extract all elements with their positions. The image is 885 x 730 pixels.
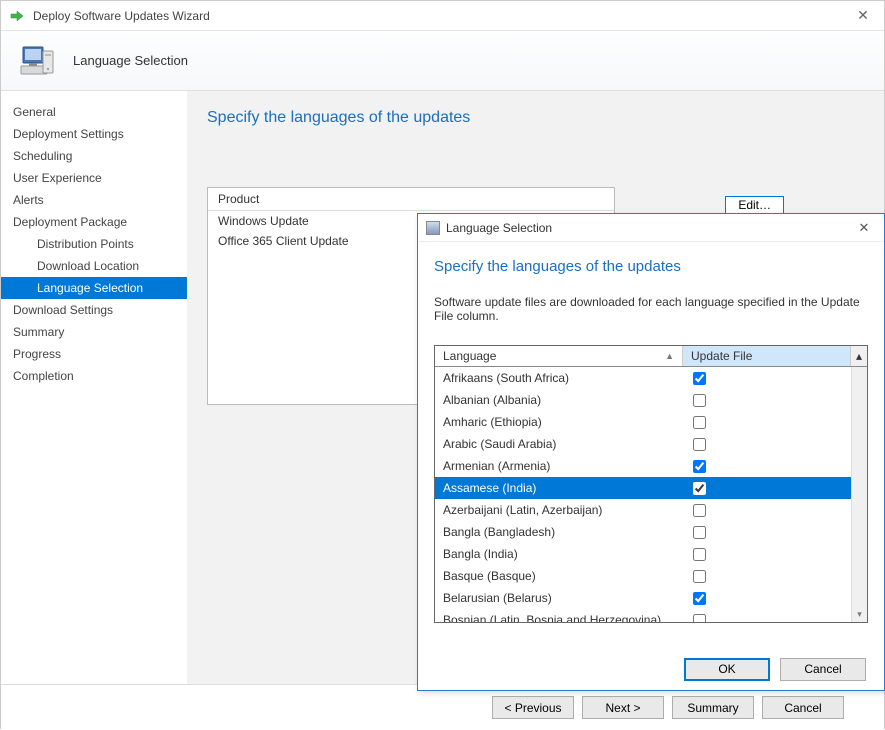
language-row[interactable]: Armenian (Armenia) (435, 455, 851, 477)
update-file-checkbox[interactable] (693, 592, 706, 605)
sidebar-item-user-experience[interactable]: User Experience (1, 167, 187, 189)
sidebar-item-deployment-settings[interactable]: Deployment Settings (1, 123, 187, 145)
update-file-cell (683, 391, 851, 410)
update-file-cell (683, 611, 851, 623)
update-file-checkbox[interactable] (693, 548, 706, 561)
language-row[interactable]: Azerbaijani (Latin, Azerbaijan) (435, 499, 851, 521)
sidebar-item-summary[interactable]: Summary (1, 321, 187, 343)
sidebar-item-deployment-package[interactable]: Deployment Package (1, 211, 187, 233)
update-file-checkbox[interactable] (693, 460, 706, 473)
cancel-button[interactable]: Cancel (762, 696, 844, 719)
sidebar-item-download-location[interactable]: Download Location (1, 255, 187, 277)
language-row[interactable]: Bosnian (Latin, Bosnia and Herzegovina) (435, 609, 851, 622)
dialog-footer: OK Cancel (418, 648, 884, 690)
close-icon: ✕ (857, 7, 869, 24)
language-row[interactable]: Arabic (Saudi Arabia) (435, 433, 851, 455)
sidebar-item-language-selection[interactable]: Language Selection (1, 277, 187, 299)
sidebar-item-alerts[interactable]: Alerts (1, 189, 187, 211)
language-name: Assamese (India) (435, 481, 683, 495)
computer-icon (17, 41, 57, 81)
next-button[interactable]: Next > (582, 696, 664, 719)
dialog-ok-button[interactable]: OK (684, 658, 770, 681)
language-name: Belarusian (Belarus) (435, 591, 683, 605)
update-file-checkbox[interactable] (693, 416, 706, 429)
language-row[interactable]: Bangla (Bangladesh) (435, 521, 851, 543)
update-file-checkbox[interactable] (693, 504, 706, 517)
product-column-header[interactable]: Product (208, 188, 614, 211)
dialog-app-icon (426, 221, 440, 235)
language-name: Azerbaijani (Latin, Azerbaijan) (435, 503, 683, 517)
page-heading: Specify the languages of the updates (207, 109, 864, 127)
update-file-cell (683, 589, 851, 608)
update-file-cell (683, 523, 851, 542)
dialog-close-button[interactable]: ✕ (852, 216, 876, 240)
dialog-titlebar: Language Selection ✕ (418, 214, 884, 242)
wizard-step-title: Language Selection (73, 53, 188, 68)
language-name: Basque (Basque) (435, 569, 683, 583)
update-file-checkbox[interactable] (693, 372, 706, 385)
wizard-header: Language Selection (1, 31, 884, 91)
language-name: Amharic (Ethiopia) (435, 415, 683, 429)
language-name: Arabic (Saudi Arabia) (435, 437, 683, 451)
chevron-up-icon: ▴ (856, 349, 862, 363)
language-row[interactable]: Afrikaans (South Africa) (435, 367, 851, 389)
col-header-language[interactable]: Language ▲ (435, 346, 683, 366)
update-file-cell (683, 501, 851, 520)
update-file-checkbox[interactable] (693, 482, 706, 495)
update-file-checkbox[interactable] (693, 438, 706, 451)
previous-button[interactable]: < Previous (492, 696, 574, 719)
update-file-checkbox[interactable] (693, 394, 706, 407)
update-file-cell (683, 369, 851, 388)
window-titlebar: Deploy Software Updates Wizard ✕ (1, 1, 884, 31)
language-row[interactable]: Amharic (Ethiopia) (435, 411, 851, 433)
language-row[interactable]: Basque (Basque) (435, 565, 851, 587)
sidebar-item-completion[interactable]: Completion (1, 365, 187, 387)
update-file-checkbox[interactable] (693, 570, 706, 583)
summary-button[interactable]: Summary (672, 696, 754, 719)
sidebar-item-progress[interactable]: Progress (1, 343, 187, 365)
update-file-cell (683, 413, 851, 432)
update-file-cell (683, 435, 851, 454)
edit-button[interactable]: Edit… (725, 196, 784, 214)
language-name: Albanian (Albania) (435, 393, 683, 407)
chevron-down-icon: ▾ (857, 609, 862, 620)
scrollbar[interactable]: ▾ (851, 367, 867, 622)
language-selection-dialog: Language Selection ✕ Specify the languag… (417, 213, 885, 691)
sidebar-item-scheduling[interactable]: Scheduling (1, 145, 187, 167)
sidebar-item-distribution-points[interactable]: Distribution Points (1, 233, 187, 255)
sort-asc-icon: ▲ (665, 351, 674, 361)
col-header-language-label: Language (443, 349, 496, 363)
language-name: Bangla (Bangladesh) (435, 525, 683, 539)
language-row[interactable]: Bangla (India) (435, 543, 851, 565)
language-name: Afrikaans (South Africa) (435, 371, 683, 385)
language-name: Bangla (India) (435, 547, 683, 561)
language-table: Language ▲ Update File ▴ Afrikaans (Sout… (434, 345, 868, 623)
window-title: Deploy Software Updates Wizard (33, 9, 210, 23)
col-header-update-file[interactable]: Update File (683, 346, 851, 366)
update-file-cell (683, 479, 851, 498)
window-close-button[interactable]: ✕ (850, 3, 876, 29)
update-file-cell (683, 567, 851, 586)
scroll-down-button[interactable]: ▾ (852, 606, 867, 622)
language-row[interactable]: Albanian (Albania) (435, 389, 851, 411)
language-row[interactable]: Belarusian (Belarus) (435, 587, 851, 609)
update-file-cell (683, 545, 851, 564)
dialog-title: Language Selection (446, 221, 552, 235)
close-icon: ✕ (859, 220, 870, 236)
scroll-up-button[interactable]: ▴ (851, 346, 867, 366)
update-file-checkbox[interactable] (693, 614, 706, 623)
language-name: Armenian (Armenia) (435, 459, 683, 473)
dialog-description: Software update files are downloaded for… (434, 295, 868, 323)
sidebar-item-download-settings[interactable]: Download Settings (1, 299, 187, 321)
language-name: Bosnian (Latin, Bosnia and Herzegovina) (435, 613, 683, 622)
wizard-nav-sidebar: GeneralDeployment SettingsSchedulingUser… (1, 91, 187, 684)
language-row[interactable]: Assamese (India) (435, 477, 851, 499)
sidebar-item-general[interactable]: General (1, 101, 187, 123)
update-file-checkbox[interactable] (693, 526, 706, 539)
wizard-arrow-icon (9, 8, 25, 24)
update-file-cell (683, 457, 851, 476)
dialog-heading: Specify the languages of the updates (434, 258, 868, 275)
dialog-cancel-button[interactable]: Cancel (780, 658, 866, 681)
